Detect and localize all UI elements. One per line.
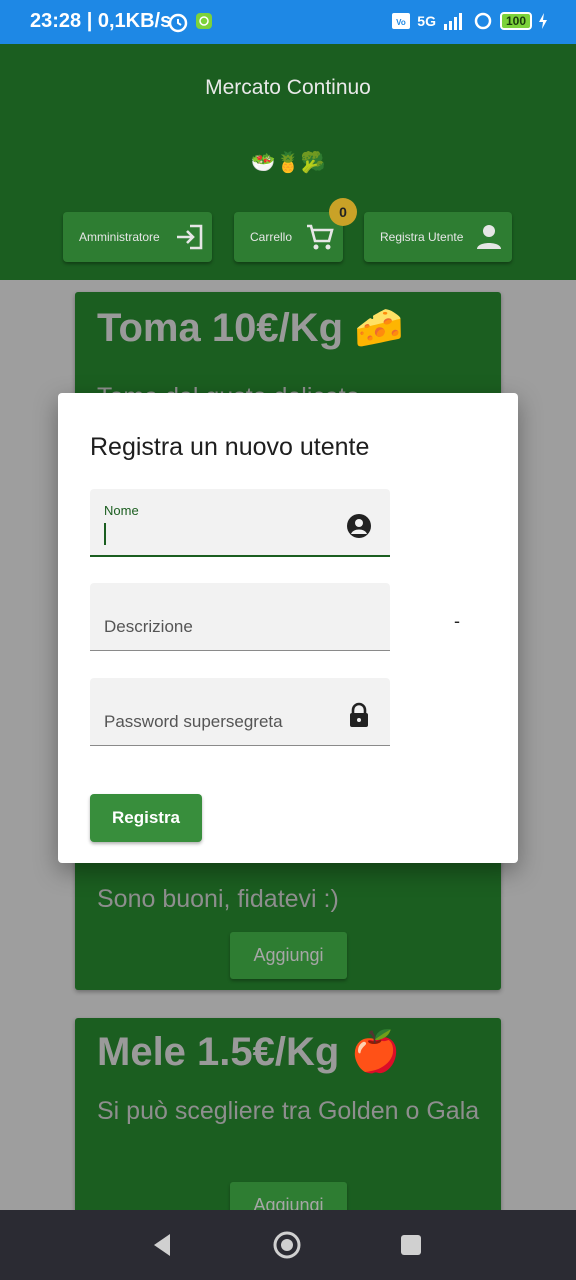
person-icon	[477, 225, 501, 249]
dialog-title: Registra un nuovo utente	[90, 433, 370, 461]
product-card: Mele 1.5€/Kg 🍎 Si può scegliere tra Gold…	[75, 1018, 501, 1238]
cart-button[interactable]: Carrello 0	[234, 198, 357, 262]
name-field[interactable]: Nome	[90, 489, 390, 557]
product-title: Toma 10€/Kg 🧀	[97, 306, 404, 350]
alarm-icon	[168, 13, 188, 33]
lock-icon	[350, 702, 368, 727]
login-icon	[177, 224, 203, 250]
admin-button[interactable]: Amministratore	[63, 212, 212, 262]
name-field-label: Nome	[104, 503, 139, 518]
register-user-button-label: Registra Utente	[380, 230, 464, 244]
password-field[interactable]: Password supersegreta	[90, 678, 390, 746]
status-time: 23:28 | 0,1KB/s	[30, 10, 172, 32]
text-cursor	[104, 523, 106, 545]
description-placeholder: Descrizione	[104, 617, 193, 636]
data-saver-icon	[474, 12, 492, 30]
app-notification-icon	[196, 13, 212, 29]
description-field[interactable]: Descrizione	[90, 583, 390, 651]
app-title: Mercato Continuo	[205, 76, 371, 99]
account-circle-icon	[347, 514, 371, 538]
password-placeholder: Password supersegreta	[104, 712, 283, 731]
network-type: 5G	[417, 13, 436, 29]
signal-icon	[443, 13, 462, 30]
add-button[interactable]: Aggiungi	[230, 932, 347, 979]
register-button[interactable]: Registra	[90, 794, 202, 842]
charging-icon	[539, 13, 547, 29]
battery-icon: 100	[499, 12, 532, 30]
back-icon[interactable]	[148, 1230, 178, 1260]
product-description: Sono buoni, fidatevi :)	[97, 885, 339, 913]
header-emojis: 🥗🍍🥦	[250, 152, 326, 174]
register-dialog: Registra un nuovo utente Nome Descrizion…	[58, 393, 518, 863]
volte-icon: Vo	[392, 13, 411, 29]
recents-icon[interactable]	[396, 1230, 426, 1260]
register-user-button[interactable]: Registra Utente	[364, 212, 512, 262]
status-bar: 23:28 | 0,1KB/s Vo 5G 100	[0, 0, 576, 44]
dash-text: -	[454, 611, 460, 631]
app-header: Mercato Continuo 🥗🍍🥦 Amministratore Carr…	[0, 44, 576, 280]
cart-button-label: Carrello	[250, 230, 293, 244]
svg-text:Vo: Vo	[396, 18, 406, 27]
home-icon[interactable]	[272, 1230, 302, 1260]
navigation-bar	[0, 1210, 576, 1280]
admin-button-label: Amministratore	[79, 230, 160, 244]
product-title: Mele 1.5€/Kg 🍎	[97, 1030, 401, 1074]
cart-icon	[307, 224, 334, 250]
product-description: Si può scegliere tra Golden o Gala	[97, 1097, 480, 1125]
cart-count-badge: 0	[329, 198, 357, 226]
